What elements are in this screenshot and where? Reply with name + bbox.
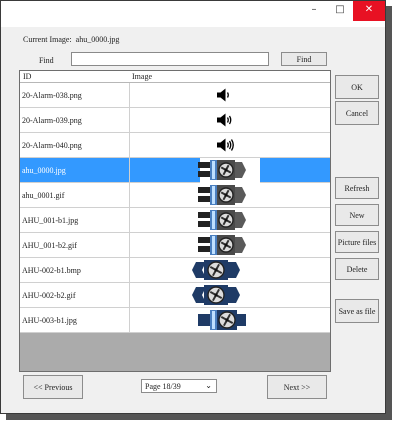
row-id: AHU-002-b1.bmp (22, 266, 81, 275)
maximize-button[interactable]: □ (327, 1, 353, 21)
ahu-fan-icon (160, 158, 280, 183)
current-image-value: ahu_0000.jpg (75, 35, 120, 44)
current-image-label: Current Image: (23, 35, 72, 44)
cancel-button[interactable]: Cancel (335, 101, 379, 125)
ahu-fan-icon (160, 283, 280, 308)
column-separator (129, 308, 130, 333)
ahu-fan-icon (160, 233, 280, 258)
row-id: AHU_001-b2.gif (22, 241, 77, 250)
table-row[interactable]: AHU-003-b1.jpg (20, 308, 330, 333)
row-id: AHU-002-b2.gif (22, 291, 76, 300)
table-row[interactable]: ahu_0001.gif (20, 183, 330, 208)
table-row[interactable]: AHU_001-b2.gif (20, 233, 330, 258)
new-button[interactable]: New (335, 204, 379, 226)
speaker-low-icon (160, 83, 280, 108)
ahu-fan-icon (160, 308, 280, 333)
column-separator (129, 208, 130, 233)
previous-button[interactable]: << Previous (23, 375, 83, 399)
find-button[interactable]: Find (281, 52, 327, 66)
table-row[interactable]: AHU_001-b1.jpg (20, 208, 330, 233)
picture-files-button[interactable]: Picture files (335, 231, 379, 253)
find-input[interactable] (71, 52, 269, 66)
column-separator (129, 233, 130, 258)
ok-button[interactable]: OK (335, 75, 379, 99)
minimize-button[interactable]: – (301, 1, 327, 21)
image-table: ID Image 20-Alarm-038.png 20-Alarm-039.pn… (19, 70, 331, 372)
row-id: ahu_0001.gif (22, 191, 65, 200)
save-as-file-button[interactable]: Save as file (335, 299, 379, 323)
page-select-value: Page 18/39 (145, 382, 181, 391)
table-row[interactable]: AHU-002-b1.bmp (20, 258, 330, 283)
column-separator (129, 258, 130, 283)
speaker-medium-icon (160, 108, 280, 133)
next-button[interactable]: Next >> (267, 375, 327, 399)
find-label: Find (39, 56, 54, 65)
speaker-high-icon (160, 133, 280, 158)
table-row[interactable]: AHU-002-b2.gif (20, 283, 330, 308)
column-separator (129, 108, 130, 133)
column-separator (129, 183, 130, 208)
row-id: AHU-003-b1.jpg (22, 316, 77, 325)
column-header-id: ID (23, 72, 32, 81)
table-row[interactable]: 20-Alarm-039.png (20, 108, 330, 133)
ahu-fan-icon (160, 258, 280, 283)
picture-browser-dialog: – □ ✕ Current Image: ahu_0000.jpg Find F… (0, 0, 386, 414)
close-button[interactable]: ✕ (353, 1, 385, 21)
ahu-fan-icon (160, 183, 280, 208)
column-header-image: Image (132, 72, 152, 81)
row-id: 20-Alarm-039.png (22, 116, 82, 125)
column-separator (129, 158, 130, 183)
table-row[interactable]: ahu_0000.jpg (20, 158, 330, 183)
table-header: ID Image (20, 71, 330, 83)
chevron-down-icon: ⌄ (205, 381, 212, 390)
row-id: 20-Alarm-040.png (22, 141, 82, 150)
ahu-fan-icon (160, 208, 280, 233)
row-id: 20-Alarm-038.png (22, 91, 82, 100)
page-select[interactable]: Page 18/39 ⌄ (141, 379, 217, 393)
column-separator (129, 83, 130, 108)
title-bar: – □ ✕ (1, 1, 385, 27)
column-separator (129, 283, 130, 308)
row-id: AHU_001-b1.jpg (22, 216, 79, 225)
row-id: ahu_0000.jpg (22, 166, 66, 175)
table-row[interactable]: 20-Alarm-040.png (20, 133, 330, 158)
current-image-line: Current Image: ahu_0000.jpg (23, 35, 119, 44)
delete-button[interactable]: Delete (335, 258, 379, 280)
refresh-button[interactable]: Refresh (335, 177, 379, 199)
table-row[interactable]: 20-Alarm-038.png (20, 83, 330, 108)
column-separator (129, 133, 130, 158)
